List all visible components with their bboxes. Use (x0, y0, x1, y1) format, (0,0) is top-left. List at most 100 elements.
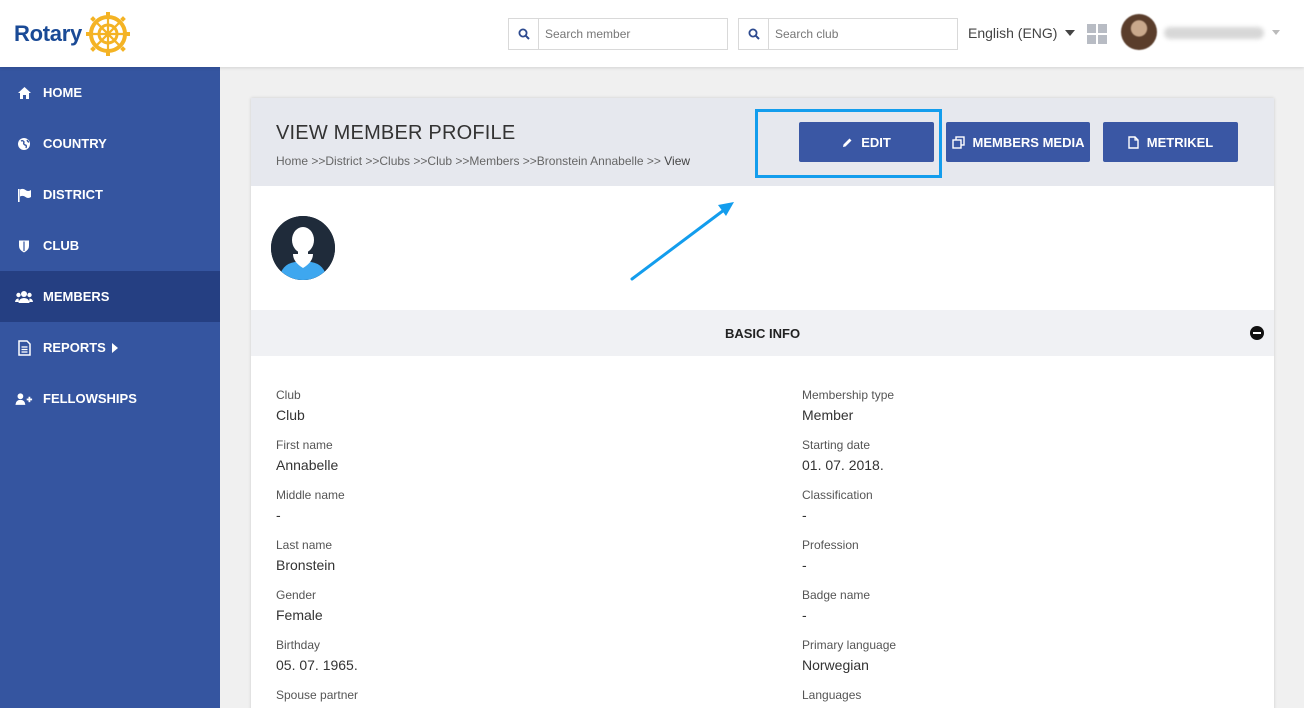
field-label: Birthday (276, 638, 321, 652)
field-value: Bronstein (276, 557, 336, 573)
field-label: Spouse partner (276, 688, 359, 702)
shield-icon (15, 237, 33, 255)
sidebar-item-label: HOME (43, 85, 82, 100)
sidebar-item-club[interactable]: CLUB (0, 220, 220, 271)
field-value: Member (802, 407, 854, 423)
sidebar-item-label: REPORTS (43, 340, 106, 355)
sidebar-item-label: DISTRICT (43, 187, 103, 202)
rotary-logo[interactable]: Rotary (14, 12, 130, 56)
breadcrumb-current: View (664, 154, 691, 168)
flag-icon (15, 186, 33, 204)
search-member-input[interactable] (539, 19, 719, 49)
field-languages: Languages (802, 688, 1202, 707)
field-value: Norwegian (802, 657, 869, 673)
section-title: BASIC INFO (724, 325, 801, 341)
document-icon (15, 339, 33, 357)
field-label: Middle name (276, 488, 345, 502)
field-badge-name: Badge name - (802, 588, 1202, 623)
collapse-icon[interactable] (1250, 326, 1264, 340)
field-value: - (802, 607, 807, 623)
field-label: Gender (276, 588, 317, 602)
metrikel-button-label: METRIKEL (1146, 134, 1214, 150)
users-icon (15, 288, 33, 306)
field-label: Classification (802, 488, 873, 502)
members-media-button[interactable]: MEMBERS MEDIA (946, 122, 1090, 162)
copy-icon (951, 135, 965, 149)
sidebar-item-home[interactable]: HOME (0, 67, 220, 118)
field-value: - (802, 507, 807, 523)
sidebar-item-label: MEMBERS (43, 289, 110, 304)
sidebar-item-fellowships[interactable]: FELLOWSHIPS (0, 373, 220, 424)
breadcrumb-trail[interactable]: Home >>District >>Clubs >>Club >>Members… (276, 154, 661, 168)
field-label: Club (276, 388, 301, 402)
edit-button[interactable]: EDIT (799, 122, 934, 162)
search-member-box (508, 18, 728, 50)
home-icon (15, 84, 33, 102)
member-avatar (271, 216, 335, 280)
pencil-icon (842, 137, 853, 148)
language-selector[interactable]: English (ENG) (968, 25, 1076, 41)
field-label: Languages (802, 688, 862, 702)
top-bar: Rotary Search member Search club English… (0, 0, 1304, 67)
sidebar-item-district[interactable]: DISTRICT (0, 169, 220, 220)
page-title: VIEW MEMBER PROFILE (276, 122, 516, 144)
field-value: Club (276, 407, 305, 423)
annotation-arrow-icon (630, 202, 734, 281)
user-avatar[interactable] (1121, 14, 1157, 50)
field-club: Club Club (276, 388, 676, 423)
sidebar-item-label: COUNTRY (43, 136, 107, 151)
field-label: Last name (276, 538, 333, 552)
field-primary-language: Primary language Norwegian (802, 638, 1202, 673)
field-label: Primary language (802, 638, 897, 652)
field-last-name: Last name Bronstein (276, 538, 676, 573)
field-value: 01. 07. 2018. (802, 457, 884, 473)
sidebar-item-country[interactable]: COUNTRY (0, 118, 220, 169)
globe-icon (15, 135, 33, 153)
field-starting-date: Starting date 01. 07. 2018. (802, 438, 1202, 473)
field-value: - (276, 507, 281, 523)
field-value: - (802, 557, 807, 573)
members-media-button-label: MEMBERS MEDIA (972, 134, 1085, 150)
sidebar: HOME COUNTRY DISTRICT CLUB MEMBERS REPOR… (0, 67, 220, 708)
member-profile-card: VIEW MEMBER PROFILE Home >>District >>Cl… (251, 98, 1274, 708)
field-birthday: Birthday 05. 07. 1965. (276, 638, 676, 673)
sidebar-item-reports[interactable]: REPORTS (0, 322, 220, 373)
sidebar-item-members[interactable]: MEMBERS (0, 271, 220, 322)
field-label: Starting date (802, 438, 871, 452)
chevron-right-icon (111, 342, 118, 353)
search-icon[interactable] (509, 19, 539, 49)
language-label: English (ENG) (968, 25, 1058, 41)
metrikel-button[interactable]: METRIKEL (1103, 122, 1238, 162)
rotary-wheel-icon (85, 12, 130, 56)
field-value: 05. 07. 1965. (276, 657, 358, 673)
user-name-blurred[interactable] (1164, 27, 1264, 39)
field-spouse-partner: Spouse partner (276, 688, 676, 707)
basic-info-header[interactable]: BASIC INFO (251, 310, 1274, 356)
file-icon (1128, 135, 1139, 149)
field-profession: Profession - (802, 538, 1202, 573)
sidebar-item-label: FELLOWSHIPS (43, 391, 137, 406)
card-header: VIEW MEMBER PROFILE Home >>District >>Cl… (251, 98, 1274, 186)
field-gender: Gender Female (276, 588, 676, 623)
field-first-name: First name Annabelle (276, 438, 676, 473)
logo-text: Rotary (14, 21, 82, 46)
search-icon[interactable] (739, 19, 769, 49)
apps-grid-icon[interactable] (1087, 24, 1107, 44)
breadcrumb: Home >>District >>Clubs >>Club >>Members… (276, 154, 690, 168)
field-value: Female (276, 607, 323, 623)
chevron-down-icon[interactable] (1272, 30, 1280, 35)
sidebar-item-label: CLUB (43, 238, 80, 253)
search-club-input[interactable] (769, 19, 949, 49)
field-middle-name: Middle name - (276, 488, 676, 523)
field-label: Membership type (802, 388, 895, 402)
search-club-box (738, 18, 958, 50)
field-value: Annabelle (276, 457, 339, 473)
field-label: Badge name (802, 588, 871, 602)
edit-button-label: EDIT (861, 134, 891, 150)
field-label: First name (276, 438, 333, 452)
field-label: Profession (802, 538, 859, 552)
user-add-icon (15, 390, 33, 408)
field-classification: Classification - (802, 488, 1202, 523)
chevron-down-icon (1065, 30, 1076, 36)
user-silhouette-icon (271, 216, 335, 280)
